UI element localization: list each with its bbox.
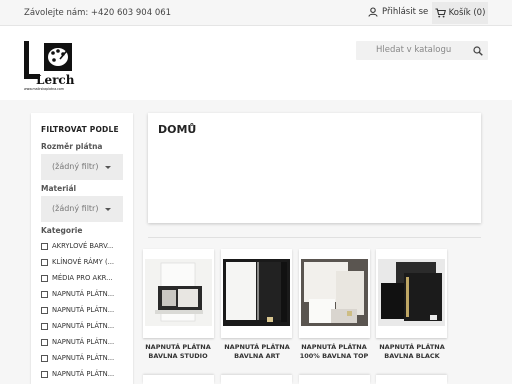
category-checkbox[interactable]: NAPNUTÁ PLÁTN... <box>41 336 114 348</box>
signin-label: Přihlásit se <box>382 7 429 17</box>
cart-icon <box>435 8 446 18</box>
product-image[interactable] <box>301 259 368 326</box>
category-checkbox[interactable]: NAPNUTÁ PLÁTN... <box>41 288 114 300</box>
product-image[interactable] <box>378 259 445 326</box>
checkbox-icon[interactable] <box>41 258 48 266</box>
checkbox-icon[interactable] <box>41 338 48 346</box>
search-box[interactable]: Hledat v katalogu <box>356 41 488 60</box>
product-card[interactable] <box>299 375 370 384</box>
filter-select-size[interactable]: (žádný filtr) <box>41 154 123 180</box>
chevron-down-icon <box>105 208 111 211</box>
product-card[interactable] <box>143 375 214 384</box>
product-name[interactable]: NAPNUTÁ PLÁTNA 100% BAVLNA TOP <box>296 343 372 361</box>
product-image[interactable] <box>223 259 290 326</box>
product-image[interactable] <box>145 259 212 326</box>
category-label: NAPNUTÁ PLÁTN... <box>52 370 115 378</box>
category-checkbox[interactable]: NAPNUTÁ PLÁTN... <box>41 320 114 332</box>
contact-phone: Závolejte nám: +420 603 904 061 <box>24 8 172 18</box>
category-checkbox[interactable]: AKRYLOVÉ BARV... <box>41 240 113 252</box>
category-label: MÉDIA PRO AKR... <box>52 274 113 282</box>
search-icon[interactable] <box>473 46 483 56</box>
checkbox-icon[interactable] <box>41 306 48 314</box>
top-bar: Závolejte nám: +420 603 904 061 Přihlási… <box>0 0 512 26</box>
content-card: DOMŮ <box>148 113 481 223</box>
category-checkbox[interactable]: NAPNUTÁ PLÁTN... <box>41 368 114 380</box>
checkbox-icon[interactable] <box>41 274 48 282</box>
category-label: NAPNUTÁ PLÁTN... <box>52 290 115 298</box>
category-label: NAPNUTÁ PLÁTN... <box>52 322 115 330</box>
product-card[interactable] <box>376 375 447 384</box>
category-label: AKRYLOVÉ BARV... <box>52 242 114 250</box>
checkbox-icon[interactable] <box>41 370 48 378</box>
filter-sidebar: FILTROVAT PODLE Rozměr plátna (žádný fil… <box>31 113 133 384</box>
product-name[interactable]: NAPNUTÁ PLÁTNA BAVLNA ART <box>219 343 295 361</box>
user-icon <box>368 7 378 17</box>
filter-select-material-value: (žádný filtr) <box>52 204 99 213</box>
page-title: DOMŮ <box>158 123 197 136</box>
checkbox-icon[interactable] <box>41 242 48 250</box>
checkbox-icon[interactable] <box>41 354 48 362</box>
filter-title: FILTROVAT PODLE <box>41 125 119 134</box>
checkbox-icon[interactable] <box>41 290 48 298</box>
category-label: KLÍNOVÉ RÁMY (... <box>52 258 115 266</box>
logo-text: Lerch <box>36 73 75 87</box>
product-name[interactable]: NAPNUTÁ PLÁTNA BAVLNA STUDIO <box>140 343 216 361</box>
filter-select-material[interactable]: (žádný filtr) <box>41 196 123 222</box>
product-card[interactable] <box>221 249 292 338</box>
cart-label: Košík (0) <box>448 8 486 18</box>
search-input[interactable]: Hledat v katalogu <box>376 45 451 55</box>
filter-label-size: Rozměr plátna <box>41 142 103 151</box>
category-label: NAPNUTÁ PLÁTN... <box>52 354 115 362</box>
category-checkbox[interactable]: MÉDIA PRO AKR... <box>41 272 113 284</box>
cart-button[interactable]: Košík (0) <box>432 2 488 24</box>
filter-label-material: Materiál <box>41 184 77 193</box>
category-label: NAPNUTÁ PLÁTN... <box>52 306 115 314</box>
categories-label: Kategorie <box>41 226 83 235</box>
site-logo[interactable]: Lerch www.malirskaplatna.com <box>24 41 76 91</box>
category-checkbox[interactable]: NAPNUTÁ PLÁTN... <box>41 352 114 364</box>
header-spacer <box>0 100 512 112</box>
product-name[interactable]: NAPNUTÁ PLÁTNA BAVLNA BLACK <box>374 343 450 361</box>
signin-link[interactable]: Přihlásit se <box>368 7 428 17</box>
product-card[interactable] <box>143 249 214 338</box>
filter-select-size-value: (žádný filtr) <box>52 162 99 171</box>
product-card[interactable] <box>221 375 292 384</box>
category-checkbox[interactable]: NAPNUTÁ PLÁTN... <box>41 304 114 316</box>
divider <box>148 237 481 238</box>
logo-url: www.malirskaplatna.com <box>24 87 64 91</box>
site-header: Lerch www.malirskaplatna.com Hledat v ka… <box>0 26 512 100</box>
category-label: NAPNUTÁ PLÁTN... <box>52 338 115 346</box>
category-checkbox[interactable]: KLÍNOVÉ RÁMY (... <box>41 256 114 268</box>
product-card[interactable] <box>376 249 447 338</box>
chevron-down-icon <box>105 166 111 169</box>
product-card[interactable] <box>299 249 370 338</box>
checkbox-icon[interactable] <box>41 322 48 330</box>
